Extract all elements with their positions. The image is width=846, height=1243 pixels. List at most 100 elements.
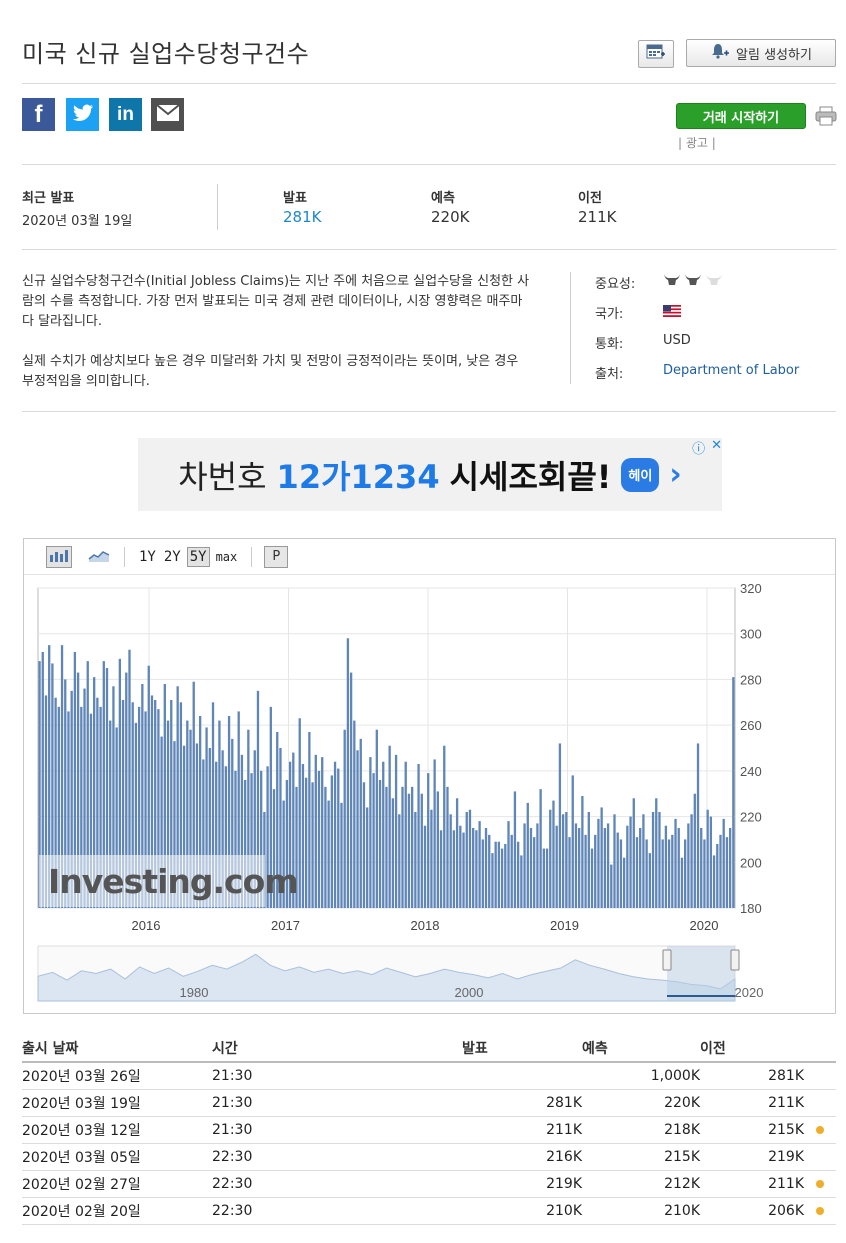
bar — [684, 839, 687, 908]
bar — [443, 745, 446, 908]
bar — [706, 809, 709, 908]
forecast-cell: 1,000K — [582, 1062, 700, 1090]
bar — [578, 828, 581, 908]
bar — [651, 812, 655, 908]
table-row: 2020년 02월 27일 22:30 219K 212K 211K — [22, 1170, 836, 1198]
divider — [22, 249, 836, 250]
revised-cell — [804, 1143, 836, 1171]
revised-indicator-icon[interactable] — [816, 1206, 824, 1215]
x-tick-label: 2017 — [271, 918, 300, 933]
previous-cell: 219K — [700, 1143, 804, 1171]
bar — [449, 814, 452, 908]
bar — [674, 818, 677, 908]
bar — [324, 786, 327, 908]
x-tick-label: 2019 — [550, 918, 579, 933]
bar — [728, 828, 732, 908]
bar — [574, 823, 578, 908]
bar — [353, 720, 356, 908]
bar — [639, 828, 642, 908]
bar-chart-type-button[interactable] — [46, 545, 72, 568]
ad-close-icon[interactable]: ✕ — [711, 438, 722, 456]
bar — [311, 782, 314, 908]
previous-label: 이전 — [578, 191, 602, 206]
bar — [433, 759, 436, 908]
actual-cell — [462, 1062, 582, 1090]
bar — [317, 770, 321, 908]
previous-cell: 206K — [700, 1197, 804, 1225]
bar — [587, 812, 590, 908]
linkedin-share-button[interactable]: in — [109, 98, 142, 131]
bar — [504, 844, 507, 908]
description-paragraph: 신규 실업수당청구건수(Initial Jobless Claims)는 지난 … — [22, 274, 530, 329]
date-cell: 2020년 02월 20일 — [22, 1197, 212, 1225]
bar — [327, 800, 330, 908]
divider — [22, 164, 836, 165]
facebook-share-button[interactable]: f — [22, 98, 55, 131]
bar — [719, 834, 722, 908]
col-header-date[interactable]: 출시 날짜 — [22, 1034, 212, 1063]
x-tick-label: 2020 — [690, 918, 719, 933]
bar — [539, 789, 542, 908]
y-tick-label: 260 — [740, 718, 762, 733]
add-to-calendar-button[interactable] — [638, 40, 674, 68]
navigator-tick-label: 2000 — [455, 985, 484, 1000]
latest-release-date: 2020년 03월 19일 — [22, 214, 133, 229]
bar — [658, 812, 661, 908]
bar — [722, 818, 725, 908]
revised-indicator-icon[interactable] — [816, 1179, 824, 1188]
bar — [298, 718, 301, 908]
bar — [462, 832, 465, 908]
country-label: 국가: — [595, 307, 624, 322]
previous-cell: 211K — [700, 1170, 804, 1198]
chart-toolbar: 1Y 2Y 5Y max P — [24, 539, 835, 575]
range-2y-button[interactable]: 2Y — [162, 548, 183, 566]
ad-info-icon[interactable]: ⓘ — [692, 438, 705, 457]
bar — [343, 729, 346, 908]
bar — [439, 830, 443, 908]
range-1y-button[interactable]: 1Y — [137, 548, 158, 566]
bar — [671, 834, 674, 908]
bar — [465, 812, 468, 908]
bar — [529, 828, 533, 908]
popout-chart-button[interactable]: P — [264, 545, 289, 568]
bar — [568, 837, 571, 908]
bar — [648, 853, 651, 908]
y-tick-label: 320 — [740, 581, 762, 596]
ad-banner[interactable]: 차번호 12가1234 시세조회끝! 헤이 › — [138, 438, 722, 511]
chevron-right-icon: › — [669, 457, 682, 492]
bar — [452, 830, 456, 908]
range-5y-button[interactable]: 5Y — [186, 546, 210, 567]
bar — [606, 823, 610, 908]
twitter-share-button[interactable] — [66, 98, 99, 131]
printer-icon[interactable] — [815, 106, 837, 130]
area-chart-type-button[interactable] — [86, 546, 112, 568]
previous-cell: 211K — [700, 1089, 804, 1117]
x-tick-label: 2018 — [411, 918, 440, 933]
description-paragraph: 실제 수치가 예상치보다 높은 경우 미달러화 가치 및 전망이 긍정적이라는 … — [22, 354, 519, 389]
bull-icon — [663, 272, 681, 292]
create-alert-button[interactable]: 알림 생성하기 — [686, 39, 836, 67]
source-link[interactable]: Department of Labor — [663, 363, 799, 378]
revised-indicator-icon[interactable] — [816, 1125, 824, 1134]
range-max-button[interactable]: max — [214, 549, 240, 565]
table-row: 2020년 03월 19일 21:30 281K 220K 211K — [22, 1089, 836, 1117]
bar — [619, 839, 623, 908]
bar — [629, 816, 632, 908]
email-share-button[interactable] — [151, 98, 184, 131]
bar — [667, 839, 671, 908]
bar — [378, 780, 382, 908]
importance-label: 중요성: — [595, 277, 636, 292]
bar — [401, 786, 404, 908]
start-trading-button[interactable]: 거래 시작하기 — [676, 103, 806, 129]
bar — [552, 800, 555, 908]
date-cell: 2020년 03월 26일 — [22, 1062, 212, 1090]
bar — [520, 855, 523, 908]
bar — [507, 821, 510, 908]
bar — [555, 825, 558, 908]
bar — [700, 828, 703, 908]
toolbar-separator — [251, 546, 253, 567]
toolbar-separator — [124, 546, 125, 567]
bar — [613, 814, 616, 908]
bar — [571, 775, 574, 908]
bar-chart-icon — [49, 548, 69, 566]
